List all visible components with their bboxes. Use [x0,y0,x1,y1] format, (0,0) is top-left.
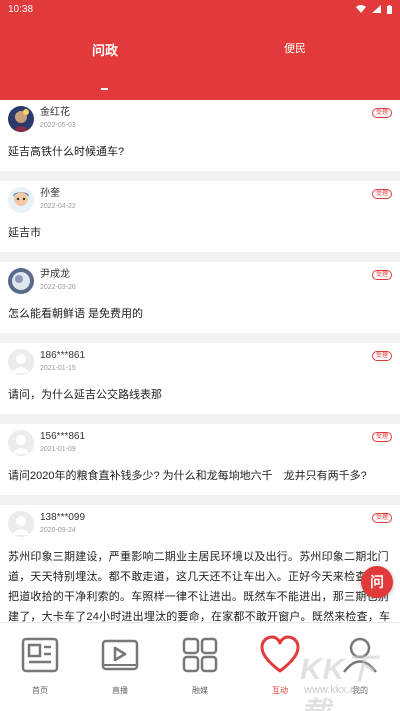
post-date: 2020-09-24 [40,527,76,535]
avatar [8,268,34,295]
tab-bianmin[interactable]: 便民 [250,40,340,56]
question-card[interactable]: 138***099 2020-09-24 受理 苏州印象三期建设，严重影响二期业… [0,505,400,630]
nav-label: 直播 [112,686,128,695]
nav-item-home[interactable]: 首页 [0,623,80,711]
default-avatar-icon [8,349,34,376]
user-name: 156***861 [40,431,86,443]
nav-item-live[interactable]: 直播 [80,623,160,711]
post-date: 2021-01-09 [40,446,76,454]
question-text: 请问，为什么延吉公交路线表那 [8,389,162,402]
heart-icon [258,633,302,677]
user-name: 尹成龙 [40,269,70,281]
wifi-icon [356,5,366,13]
nav-item-mine[interactable]: 我的 [320,623,400,711]
post-date: 2022-05-03 [40,122,76,129]
status-badge: 受理 [371,432,392,443]
signal-icon [372,5,381,13]
ask-question-button[interactable]: 问 [361,566,393,598]
avatar [8,106,34,132]
default-avatar-icon [8,430,34,457]
person-icon [338,633,382,677]
question-card[interactable]: 186***861 2021-01-15 受理 请问，为什么延吉公交路线表那 [0,343,400,415]
question-text: 延吉高铁什么时候通车? [8,146,125,158]
user-name: 186***861 [40,350,86,362]
question-card[interactable]: 156***861 2021-01-09 受理 请问2020年的粮食直补钱多少?… [0,424,400,496]
status-badge: 受理 [371,351,392,362]
question-card[interactable]: 金红花 2022-05-03 受理 延吉高铁什么时候通车? [0,100,400,172]
status-time: 10:38 [8,3,34,15]
post-date: 2022-03-26 [40,284,76,292]
user-name: 孙奎 [40,188,60,200]
nav-item-media[interactable]: 融媒 [160,623,240,711]
user-name: 138***099 [40,512,86,524]
battery-icon [387,4,392,14]
status-badge: 受理 [371,108,392,118]
question-card[interactable]: 尹成龙 2022-03-26 受理 怎么能看朝鲜语 是免费用的 [0,262,400,334]
status-badge: 受理 [371,513,392,524]
nav-label: 融媒 [192,686,208,695]
nav-label: 互动 [272,686,288,695]
question-text: 延吉市 [8,227,41,240]
default-avatar-icon [8,511,34,538]
user-name: 金红花 [40,107,70,118]
status-badge: 受理 [371,189,392,200]
grid-icon [178,633,222,677]
video-icon [98,633,142,677]
bottom-nav: 首页 直播 融媒 互动 我的 [0,622,400,711]
tab-indicator [101,88,108,90]
post-date: 2022-04-22 [40,203,76,211]
nav-label: 首页 [32,686,48,695]
header: 问政 便民 [0,18,400,100]
question-text: 苏州印象三期建设，严重影响二期业主居民环境以及出行。苏州印象二期北门道，天天特别… [8,551,391,624]
nav-item-interact[interactable]: 互动 [240,623,320,711]
question-text: 请问2020年的粮食直补钱多少? 为什么和龙每垧地六千 龙井只有两千多? [8,470,367,483]
status-bar: 10:38 [0,0,400,18]
question-card[interactable]: 孙奎 2022-04-22 受理 延吉市 [0,181,400,253]
question-feed[interactable]: 金红花 2022-05-03 受理 延吉高铁什么时候通车? 孙奎 2022-04… [0,100,400,630]
question-text: 怎么能看朝鲜语 是免费用的 [8,308,144,321]
post-date: 2021-01-15 [40,365,76,373]
status-badge: 受理 [371,270,392,281]
nav-label: 我的 [352,686,368,695]
avatar [8,187,34,214]
tab-wenzheng[interactable]: 问政 [60,40,150,59]
news-icon [18,633,62,677]
